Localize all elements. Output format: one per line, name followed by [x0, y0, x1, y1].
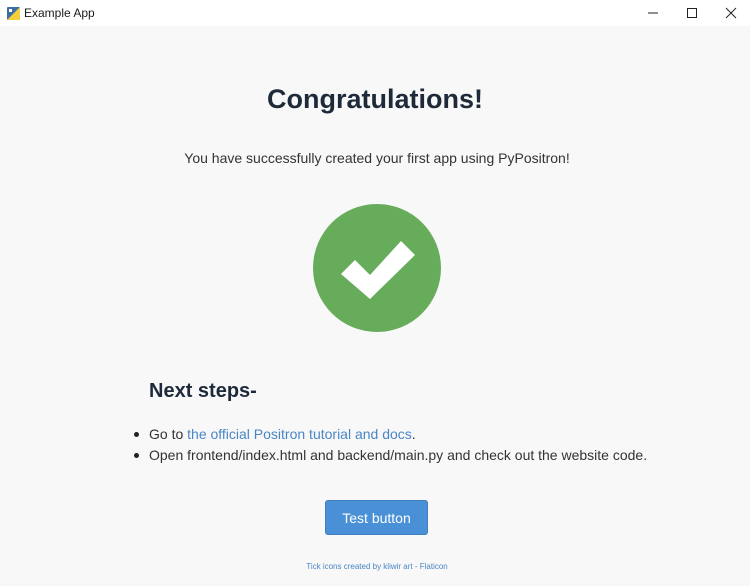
close-button[interactable]	[711, 0, 750, 26]
bullet-icon	[134, 432, 139, 437]
minimize-icon	[647, 12, 658, 14]
tutorial-docs-link[interactable]: the official Positron tutorial and docs	[187, 426, 412, 442]
page-subtitle: You have successfully created your first…	[184, 150, 570, 166]
title-bar[interactable]: Example App	[0, 0, 750, 26]
icon-credit-link[interactable]: Tick icons created by kliwir art - Flati…	[0, 562, 750, 571]
step-prefix: Go to	[149, 426, 188, 442]
list-item: Open frontend/index.html and backend/mai…	[132, 445, 647, 466]
window-title: Example App	[24, 6, 95, 20]
step-suffix: .	[411, 426, 416, 442]
close-icon	[725, 7, 736, 19]
step-text: Open frontend/index.html and backend/mai…	[149, 447, 648, 463]
page-title: Congratulations!	[267, 84, 483, 114]
minimize-button[interactable]	[633, 0, 672, 26]
next-steps-heading: Next steps-	[149, 380, 257, 402]
app-window: Example App Congratulations! You have su…	[0, 0, 750, 586]
window-controls	[633, 0, 750, 26]
next-steps-list: Go to the official Positron tutorial and…	[132, 424, 647, 466]
maximize-icon	[686, 8, 697, 18]
list-item: Go to the official Positron tutorial and…	[132, 424, 647, 445]
bullet-icon	[134, 453, 139, 458]
test-button[interactable]: Test button	[325, 500, 428, 535]
maximize-button[interactable]	[672, 0, 711, 26]
python-app-icon	[7, 6, 20, 20]
checkmark-circle-icon	[312, 203, 442, 333]
page-content: Congratulations! You have successfully c…	[0, 26, 750, 586]
